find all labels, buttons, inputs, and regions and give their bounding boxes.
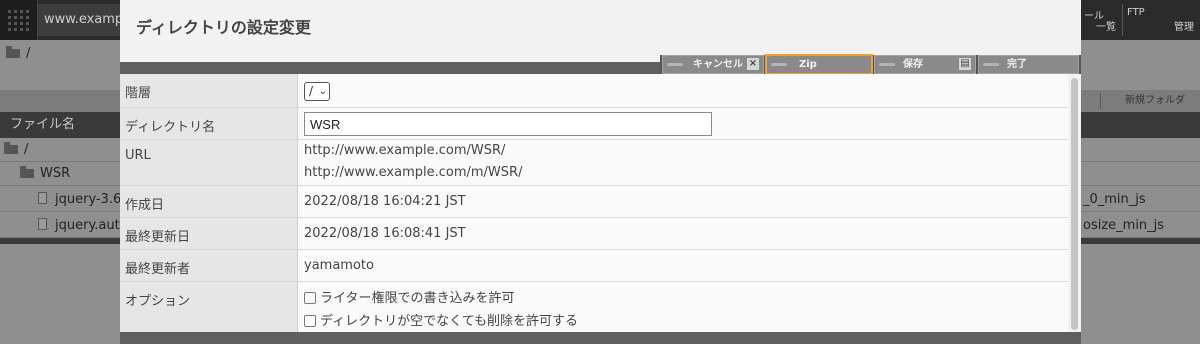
current-path: / (6, 46, 30, 61)
done-label: 完了 (1007, 59, 1027, 70)
updated-value: 2022/08/18 16:08:41 JST (304, 226, 466, 241)
created-value: 2022/08/18 16:04:21 JST (304, 194, 466, 209)
folder-icon (20, 166, 34, 178)
menu-ftp-top: FTP (1127, 7, 1145, 18)
menu-list-bottom: 一覧 (1096, 22, 1116, 33)
button-dash-icon (983, 63, 999, 66)
updater-label: 最終更新者 (120, 250, 298, 281)
updated-label: 最終更新日 (120, 218, 298, 249)
option-label: オプション (120, 282, 298, 332)
row-updater: 最終更新者 yamamoto (120, 250, 1068, 282)
dirname-label: ディレクトリ名 (120, 108, 298, 139)
cancel-button[interactable]: キャンセル × (662, 55, 764, 74)
cancel-label: キャンセル (693, 59, 743, 70)
row-updated: 最終更新日 2022/08/18 16:08:41 JST (120, 218, 1068, 250)
option-writer-checkbox[interactable] (304, 292, 316, 304)
file-icon (38, 192, 47, 204)
settings-table: 階層 / ⌄ ディレクトリ名 URL http://www.example.co… (120, 74, 1068, 332)
new-folder-label: 新規フォルダ (1125, 95, 1185, 106)
option-delete-checkbox-row[interactable]: ディレクトリが空でなくても削除を許可する (304, 310, 578, 329)
chevron-down-icon: ⌄ (318, 86, 327, 97)
level-label: 階層 (120, 74, 298, 107)
folder-icon (4, 142, 18, 154)
app-logo-icon[interactable] (0, 0, 38, 40)
site-name-tab[interactable]: www.exampl (38, 4, 128, 36)
close-icon: × (747, 58, 759, 70)
menu-list[interactable]: ール 一覧 (1080, 4, 1122, 36)
created-label: 作成日 (120, 186, 298, 217)
url-1: http://www.example.com/WSR/ (304, 143, 506, 158)
button-dash-icon (771, 63, 787, 66)
level-select-value: / (309, 84, 314, 98)
option-writer-text: ライター権限での書き込みを許可 (320, 291, 515, 306)
button-dash-icon (667, 63, 683, 66)
done-button[interactable]: 完了 (978, 55, 1079, 74)
save-disk-icon: ▤ (959, 58, 971, 70)
save-label: 保存 (903, 59, 923, 70)
row-options: オプション ライター権限での書き込みを許可 ディレクトリが空でなくても削除を許可… (120, 282, 1068, 332)
updater-value: yamamoto (304, 258, 374, 273)
option-delete-text: ディレクトリが空でなくても削除を許可する (320, 314, 579, 329)
dirname-input[interactable] (304, 112, 712, 136)
dialog-footer-bar (120, 332, 1081, 344)
directory-settings-dialog: ディレクトリの設定変更 キャンセル × Zip 保存 ▤ 完了 階層 / ⌄ デ… (120, 0, 1081, 344)
folder-icon (6, 46, 20, 58)
row-created: 作成日 2022/08/18 16:04:21 JST (120, 186, 1068, 218)
button-dash-icon (879, 63, 895, 66)
row-url: URL http://www.example.com/WSR/ http://w… (120, 140, 1068, 186)
level-select[interactable]: / ⌄ (304, 82, 330, 101)
scrollbar-thumb[interactable] (1071, 78, 1078, 330)
row-level: 階層 / ⌄ (120, 74, 1068, 108)
file-icon (38, 218, 47, 230)
dialog-scrollbar[interactable] (1068, 74, 1081, 334)
dialog-title: ディレクトリの設定変更 (136, 18, 311, 37)
url-label: URL (120, 140, 298, 185)
zip-label: Zip (799, 59, 817, 70)
new-folder-button[interactable]: 新規フォルダ (1100, 93, 1198, 109)
save-button[interactable]: 保存 ▤ (874, 55, 976, 74)
menu-ftp-bottom: 管理 (1174, 22, 1194, 33)
option-writer-checkbox-row[interactable]: ライター権限での書き込みを許可 (304, 287, 514, 306)
menu-ftp[interactable]: FTP 管理 (1122, 4, 1200, 36)
option-delete-checkbox[interactable] (304, 315, 316, 327)
url-2: http://www.example.com/m/WSR/ (304, 165, 523, 180)
zip-button[interactable]: Zip (765, 54, 873, 75)
